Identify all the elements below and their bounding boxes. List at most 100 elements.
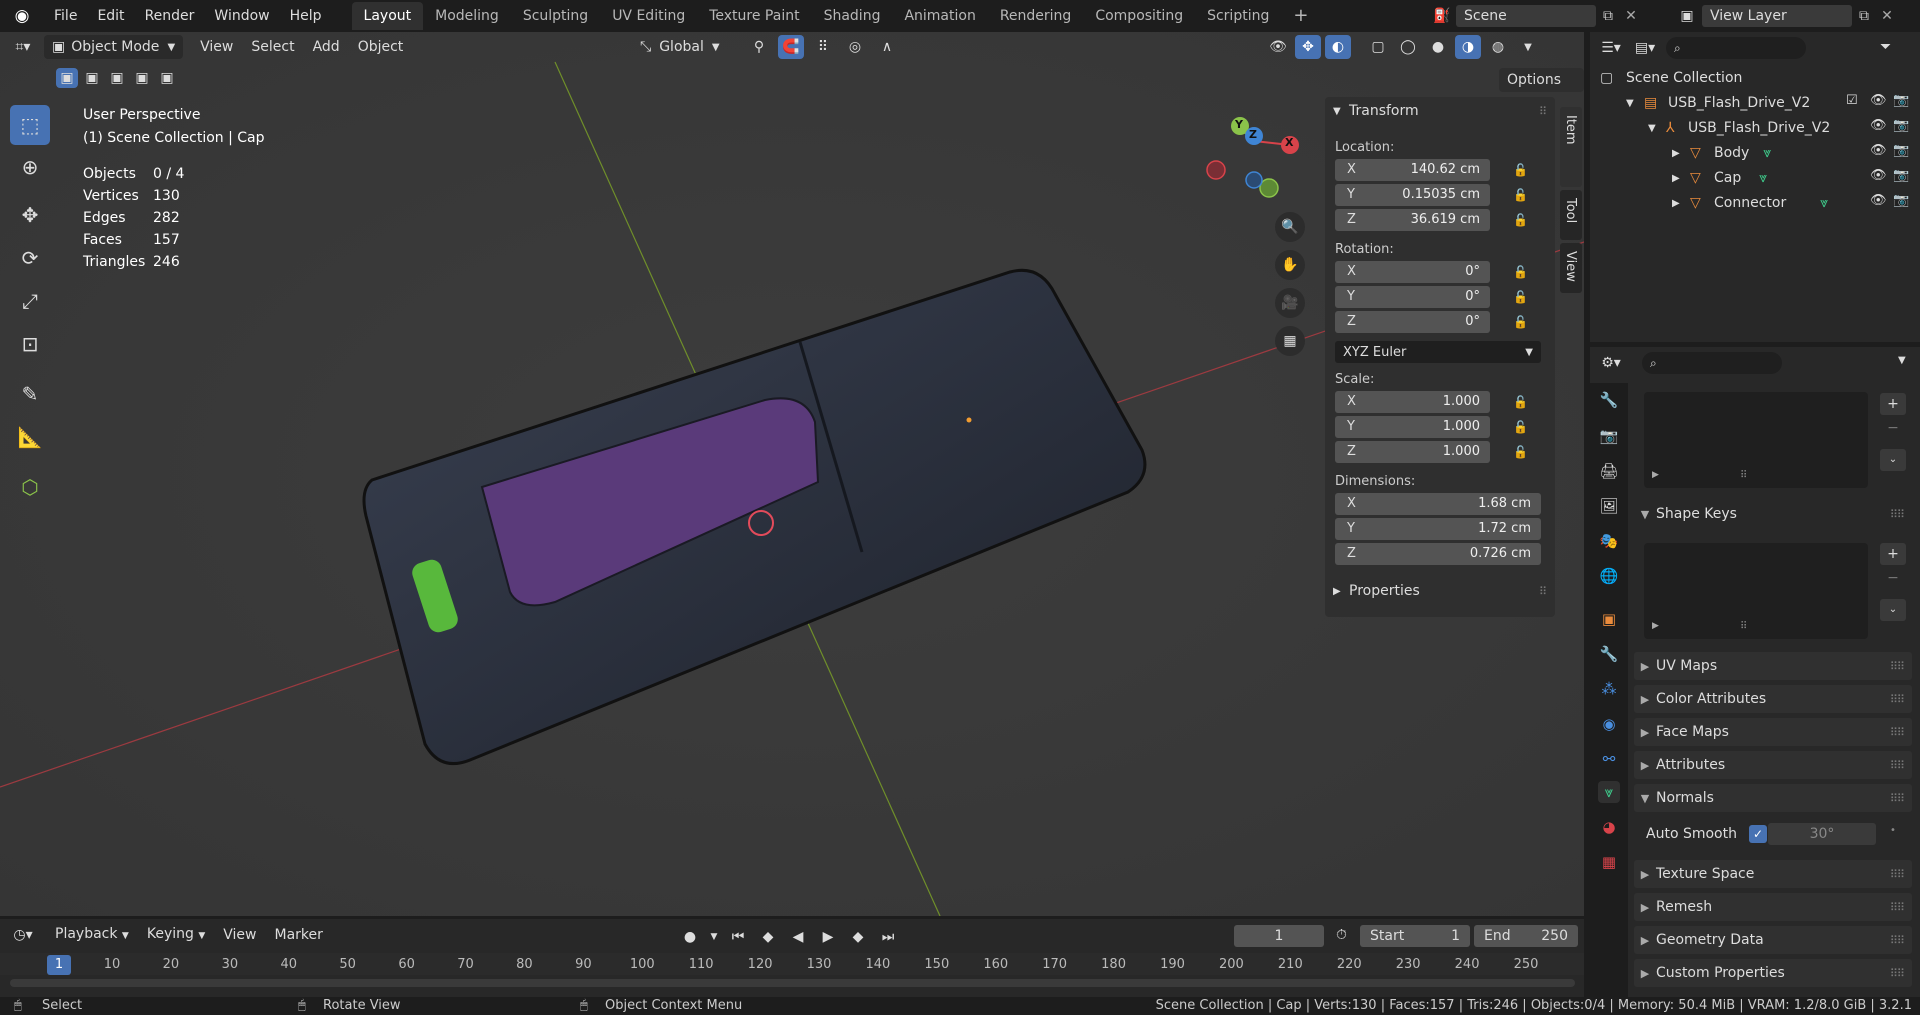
scene-selector[interactable]: ⛽ Scene ⧉ ✕	[1428, 3, 1642, 29]
select-box-tool[interactable]: ⬚	[10, 105, 50, 145]
shape-keys-list[interactable]	[1644, 543, 1868, 639]
lock-icon[interactable]: 🔓	[1513, 290, 1531, 306]
play-icon[interactable]: ▶	[1652, 621, 1659, 631]
location-x-field[interactable]: X 140.62 cm	[1335, 159, 1490, 181]
xray-icon[interactable]: ▢	[1365, 35, 1391, 59]
keyframe-dot-icon[interactable]: •	[1890, 825, 1896, 836]
record-icon[interactable]: ●	[677, 925, 703, 949]
menu-help[interactable]: Help	[280, 0, 332, 32]
filter-icon[interactable]: ⏷	[1880, 39, 1891, 55]
dimensions-z-field[interactable]: Z 0.726 cm	[1335, 543, 1541, 565]
menu-add[interactable]: Add	[304, 32, 349, 62]
start-frame-field[interactable]: Start 1	[1360, 925, 1470, 947]
visibility-icon[interactable]: 👁	[1265, 35, 1291, 59]
drag-handle-icon[interactable]: ⠿	[1539, 105, 1547, 118]
mode-selector[interactable]: ▣ Object Mode ▼	[44, 35, 184, 59]
section-geometry-data[interactable]: ▶ Geometry Data ⠿⠿	[1634, 926, 1912, 954]
snap-icon[interactable]: 🧲	[778, 35, 804, 59]
menu-keying[interactable]: Keying ▼	[138, 921, 214, 949]
section-custom-properties[interactable]: ▶ Custom Properties ⠿⠿	[1634, 959, 1912, 987]
editor-type-icon[interactable]: ◷▾	[10, 923, 36, 947]
tab-animation[interactable]: Animation	[892, 2, 987, 30]
tab-scripting[interactable]: Scripting	[1195, 2, 1281, 30]
dimensions-x-field[interactable]: X 1.68 cm	[1335, 493, 1541, 515]
select-invert-icon[interactable]: ▣	[131, 68, 153, 88]
eye-icon[interactable]: 👁	[1870, 143, 1887, 158]
shading-wireframe-icon[interactable]: ◯	[1395, 35, 1421, 59]
rotation-mode-select[interactable]: XYZ Euler ▼	[1335, 341, 1541, 363]
lock-icon[interactable]: 🔓	[1513, 188, 1531, 204]
outliner-row-scene-collection[interactable]: ▢ Scene Collection	[1590, 66, 1920, 90]
drag-handle-icon[interactable]: ⠿	[1740, 621, 1747, 632]
object-tab-icon[interactable]: ▣	[1598, 608, 1620, 630]
eye-icon[interactable]: 👁	[1870, 168, 1887, 183]
scale-z-field[interactable]: Z 1.000	[1335, 441, 1490, 463]
scale-y-field[interactable]: Y 1.000	[1335, 416, 1490, 438]
camera-icon[interactable]: 📷	[1893, 118, 1909, 133]
select-intersect-icon[interactable]: ▣	[156, 68, 178, 88]
tab-compositing[interactable]: Compositing	[1083, 2, 1195, 30]
menu-playback[interactable]: Playback ▼	[46, 921, 138, 949]
options-button[interactable]: Options ▼	[1499, 68, 1584, 111]
dimensions-y-field[interactable]: Y 1.72 cm	[1335, 518, 1541, 540]
tab-uv-editing[interactable]: UV Editing	[600, 2, 697, 30]
add-vertex-group-button[interactable]: +	[1880, 393, 1906, 415]
eye-icon[interactable]: 👁	[1870, 93, 1887, 108]
editor-type-icon[interactable]: ⌗▾	[10, 35, 36, 59]
rotation-z-field[interactable]: Z 0°	[1335, 311, 1490, 333]
scene-name-field[interactable]: Scene	[1456, 5, 1596, 27]
mesh-data-tab-icon[interactable]: ⩔	[1598, 781, 1620, 803]
timeline-scrollbar[interactable]	[10, 979, 1575, 987]
drag-handle-icon[interactable]: ⠿	[1740, 470, 1747, 481]
auto-smooth-angle-field[interactable]: 30°	[1768, 823, 1876, 845]
menu-marker[interactable]: Marker	[265, 922, 331, 948]
modifier-tab-icon[interactable]: 🔧	[1598, 643, 1620, 665]
overlay-toggle-icon[interactable]: ◐	[1325, 35, 1351, 59]
section-uv-maps[interactable]: ▶ UV Maps ⠿⠿	[1634, 652, 1912, 680]
new-view-layer-icon[interactable]: ⧉	[1852, 8, 1876, 24]
drag-handle-icon[interactable]: ⠿	[1539, 585, 1547, 598]
menu-select[interactable]: Select	[242, 32, 303, 62]
tab-view[interactable]: View	[1560, 243, 1582, 293]
end-frame-field[interactable]: End 250	[1474, 925, 1578, 947]
proportional-editing-icon[interactable]: ◎	[842, 35, 868, 59]
chevron-down-icon[interactable]: ▼	[707, 925, 721, 949]
blender-logo-icon[interactable]: ◉	[0, 6, 44, 26]
rotate-tool[interactable]: ⟳	[10, 238, 50, 278]
remove-shape-key-button[interactable]: −	[1880, 567, 1906, 589]
checkbox-checked-icon[interactable]: ✓	[1748, 825, 1767, 843]
menu-object[interactable]: Object	[349, 32, 413, 62]
menu-render[interactable]: Render	[135, 0, 205, 32]
play-icon[interactable]: ▶	[815, 925, 841, 949]
transform-tool[interactable]: ⊡	[10, 324, 50, 364]
play-reverse-icon[interactable]: ◀	[785, 925, 811, 949]
play-icon[interactable]: ▶	[1652, 470, 1659, 480]
tab-item[interactable]: Item	[1560, 107, 1582, 187]
world-tab-icon[interactable]: 🌐	[1598, 565, 1620, 587]
lock-icon[interactable]: 🔓	[1513, 445, 1531, 461]
tab-rendering[interactable]: Rendering	[988, 2, 1084, 30]
section-normals[interactable]: ▼ Normals ⠿⠿	[1634, 784, 1912, 812]
annotate-tool[interactable]: ✎	[10, 374, 50, 414]
pivot-point-icon[interactable]: ⚲	[746, 35, 772, 59]
snap-increment-icon[interactable]: ⠿	[810, 35, 836, 59]
section-texture-space[interactable]: ▶ Texture Space ⠿⠿	[1634, 860, 1912, 888]
location-y-field[interactable]: Y 0.15035 cm	[1335, 184, 1490, 206]
texture-tab-icon[interactable]: ▦	[1598, 851, 1620, 873]
tab-texture-paint[interactable]: Texture Paint	[697, 2, 811, 30]
lock-icon[interactable]: 🔓	[1513, 163, 1531, 179]
measure-tool[interactable]: 📐	[10, 417, 50, 457]
tab-sculpting[interactable]: Sculpting	[511, 2, 600, 30]
view-layer-field[interactable]: View Layer	[1702, 5, 1852, 27]
lock-icon[interactable]: 🔓	[1513, 265, 1531, 281]
pan-hand-icon[interactable]: ✋	[1275, 250, 1305, 280]
menu-file[interactable]: File	[44, 0, 87, 32]
outliner-search-input[interactable]: ⌕	[1666, 37, 1806, 59]
section-remesh[interactable]: ▶ Remesh ⠿⠿	[1634, 893, 1912, 921]
ortho-grid-icon[interactable]: ▦	[1275, 326, 1305, 356]
camera-view-icon[interactable]: 🎥	[1275, 288, 1305, 318]
eye-icon[interactable]: 👁	[1870, 193, 1887, 208]
select-extend-icon[interactable]: ▣	[81, 68, 103, 88]
orientation-selector[interactable]: ⤡ Global ▼	[640, 35, 720, 59]
material-tab-icon[interactable]: ◕	[1598, 816, 1620, 838]
